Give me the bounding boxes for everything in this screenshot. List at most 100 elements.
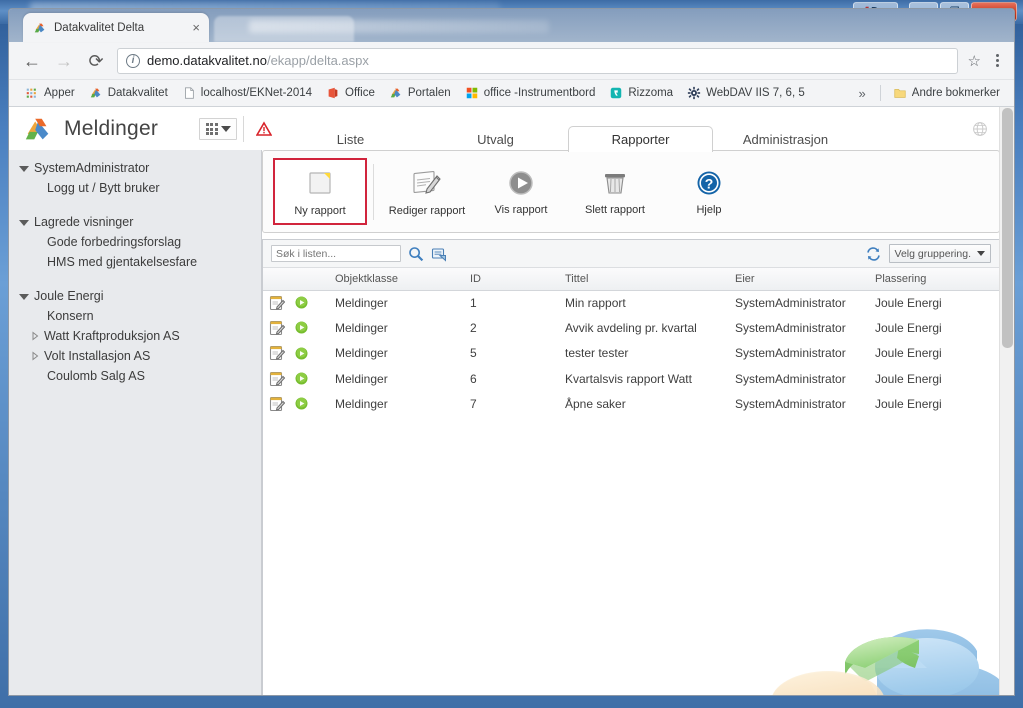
run-row-icon[interactable] [295, 296, 308, 309]
datakvalitet-favicon [34, 23, 45, 32]
tab-administrasjon[interactable]: Administrasjon [713, 126, 858, 152]
tab-liste[interactable]: Liste [278, 126, 423, 152]
browser-tab-active[interactable]: Datakvalitet Delta × [23, 13, 209, 42]
app-grid-menu-button[interactable] [199, 118, 237, 140]
browser-menu-button[interactable] [991, 51, 1004, 70]
column-header-plassering[interactable]: Plassering [869, 268, 999, 291]
ribbon-button-vis-rapport[interactable]: Vis rapport [474, 158, 568, 225]
column-header-tittel[interactable]: Tittel [559, 268, 729, 291]
back-button[interactable]: ← [21, 50, 43, 72]
cell-objektklasse: Meldinger [335, 396, 388, 411]
address-bar[interactable]: i demo.datakvalitet.no/ekapp/delta.aspx [117, 47, 958, 74]
table-row[interactable]: Meldinger 7 Åpne saker SystemAdministrator J… [263, 391, 999, 416]
tab-utvalg[interactable]: Utvalg [423, 126, 568, 152]
bookmark-rizzoma[interactable]: Rizzoma [603, 84, 679, 102]
column-header-eier[interactable]: Eier [729, 268, 869, 291]
table-header-row: Objektklasse ID Tittel Eier Plassering [263, 268, 999, 291]
page-scrollbar-vertical[interactable] [999, 107, 1014, 695]
sidebar-item-konsern[interactable]: Konsern [9, 306, 261, 326]
cell-objektklasse: Meldinger [335, 346, 388, 361]
report-table: Objektklasse ID Tittel Eier Plassering M… [263, 268, 999, 417]
grouping-dropdown[interactable]: Velg gruppering. [888, 244, 991, 263]
edit-row-icon[interactable] [269, 320, 285, 336]
cell-tittel: tester tester [565, 346, 629, 361]
sidebar-item-watt-kraftproduksjon[interactable]: Watt Kraftproduksjon AS [9, 326, 261, 346]
globe-icon[interactable] [972, 121, 988, 137]
bookmark-apper[interactable]: Apper [19, 84, 81, 102]
sidebar-item-logg-ut[interactable]: Logg ut / Bytt bruker [9, 178, 261, 198]
report-list-panel: Velg gruppering. Objektklasse ID Tittel [262, 239, 1000, 695]
search-icon[interactable] [408, 246, 424, 262]
bookmark-webdav[interactable]: WebDAV IIS 7, 6, 5 [681, 84, 811, 102]
bookmark-label: localhost/EKNet-2014 [200, 87, 313, 99]
bookmark-star-icon[interactable]: ☆ [968, 52, 981, 70]
edit-row-icon[interactable] [269, 371, 285, 387]
ribbon-label: Ny rapport [294, 204, 346, 217]
sidebar-group-joule-energi[interactable]: Joule Energi [9, 286, 261, 306]
run-row-icon[interactable] [295, 347, 308, 360]
run-row-icon[interactable] [295, 397, 308, 410]
cell-eier: SystemAdministrator [735, 371, 846, 386]
bookmark-office[interactable]: Office [320, 84, 381, 102]
advanced-search-icon[interactable] [431, 246, 447, 262]
cell-id: 6 [470, 371, 477, 386]
table-row[interactable]: Meldinger 5 tester tester SystemAdministrat… [263, 341, 999, 366]
site-info-icon[interactable]: i [126, 53, 140, 68]
row-actions [263, 341, 329, 366]
sidebar-group-lagrede-visninger[interactable]: Lagrede visninger [9, 212, 261, 232]
column-header-objektklasse[interactable]: Objektklasse [329, 268, 464, 291]
reload-button[interactable]: ⟳ [85, 50, 107, 72]
run-row-icon[interactable] [295, 321, 308, 334]
expanded-arrow-icon[interactable] [19, 293, 29, 300]
ribbon-button-hjelp[interactable]: ? Hjelp [662, 158, 756, 225]
collapsed-arrow-icon[interactable] [31, 351, 39, 361]
warning-icon[interactable] [256, 121, 272, 137]
sidebar-item-label: Coulomb Salg AS [47, 369, 145, 383]
ribbon-label: Vis rapport [494, 203, 548, 216]
column-header-icons[interactable] [263, 268, 329, 291]
cell-id: 1 [470, 295, 477, 310]
ribbon-button-slett-rapport[interactable]: Slett rapport [568, 158, 662, 225]
sidebar-item-volt-installasjon[interactable]: Volt Installasjon AS [9, 346, 261, 366]
column-header-id[interactable]: ID [464, 268, 559, 291]
bookmarks-overflow-icon[interactable]: » [851, 86, 874, 101]
bookmark-localhost[interactable]: localhost/EKNet-2014 [176, 84, 318, 102]
folder-icon [894, 89, 906, 98]
table-row[interactable]: Meldinger 1 Min rapport SystemAdministrator… [263, 290, 999, 315]
sidebar-item-coulomb-salg[interactable]: Coulomb Salg AS [9, 366, 261, 386]
cell-plassering: Joule Energi [875, 346, 942, 361]
table-row[interactable]: Meldinger 2 Avvik avdeling pr. kvartal Syst… [263, 315, 999, 340]
datakvalitet-icon [390, 88, 401, 98]
cell-tittel: Åpne saker [565, 396, 626, 411]
edit-row-icon[interactable] [269, 295, 285, 311]
sidebar: SystemAdministrator Logg ut / Bytt bruke… [9, 150, 262, 695]
run-row-icon[interactable] [295, 372, 308, 385]
ribbon-button-rediger-rapport[interactable]: Rediger rapport [380, 158, 474, 225]
tab-close-icon[interactable]: × [189, 21, 203, 34]
bookmarks-separator [879, 85, 881, 101]
bookmark-office-instrumentbord[interactable]: office -Instrumentbord [459, 84, 602, 102]
ribbon-button-ny-rapport[interactable]: Ny rapport [273, 158, 367, 225]
table-row[interactable]: Meldinger 6 Kvartalsvis rapport Watt System… [263, 366, 999, 391]
url-path: /ekapp/delta.aspx [266, 53, 369, 68]
edit-row-icon[interactable] [269, 345, 285, 361]
bookmark-portalen[interactable]: Portalen [383, 84, 457, 102]
forward-button[interactable]: → [53, 50, 75, 72]
menu-dot [996, 59, 999, 62]
search-input[interactable] [271, 245, 401, 262]
sidebar-item-hms-gjentakelsesfare[interactable]: HMS med gjentakelsesfare [9, 252, 261, 272]
bookmark-datakvalitet[interactable]: Datakvalitet [83, 84, 174, 102]
tab-rapporter[interactable]: Rapporter [568, 126, 713, 152]
sidebar-group-systemadministrator[interactable]: SystemAdministrator [9, 158, 261, 178]
page-icon [184, 87, 194, 99]
refresh-icon[interactable] [865, 246, 882, 262]
page-scrollbar-thumb[interactable] [1002, 108, 1013, 348]
sidebar-item-label: Watt Kraftproduksjon AS [44, 329, 180, 343]
other-bookmarks-folder[interactable]: Andre bokmerker [887, 84, 1006, 102]
expanded-arrow-icon[interactable] [19, 165, 29, 172]
svg-text:?: ? [705, 175, 714, 191]
expanded-arrow-icon[interactable] [19, 219, 29, 226]
edit-row-icon[interactable] [269, 396, 285, 412]
sidebar-item-gode-forbedringsforslag[interactable]: Gode forbedringsforslag [9, 232, 261, 252]
collapsed-arrow-icon[interactable] [31, 331, 39, 341]
